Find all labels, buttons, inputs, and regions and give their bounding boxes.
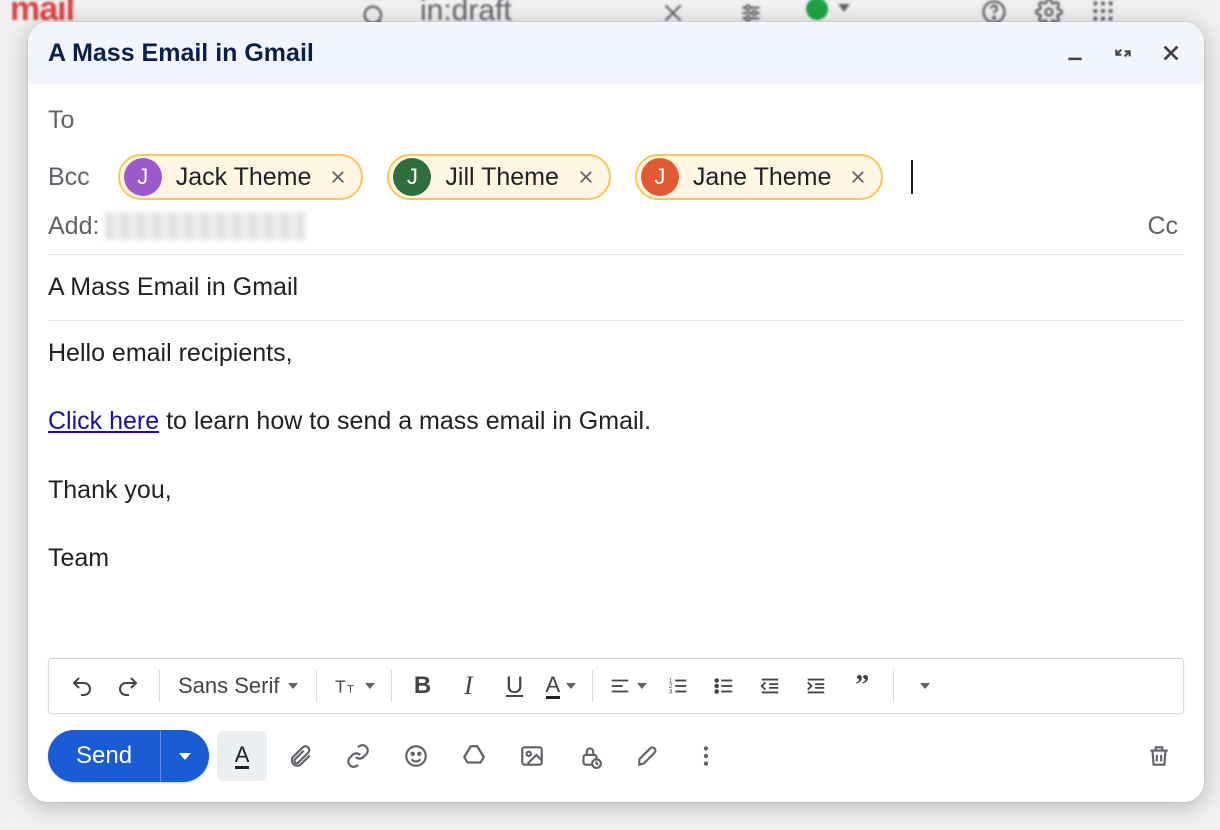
bulleted-list-button[interactable]	[703, 665, 745, 707]
apps-grid-icon	[1090, 0, 1116, 24]
chevron-down-icon	[365, 683, 375, 689]
to-row[interactable]: To	[48, 84, 1184, 144]
font-family-dropdown[interactable]: Sans Serif	[170, 673, 306, 699]
send-button[interactable]: Send	[48, 730, 160, 782]
indent-more-button[interactable]	[795, 665, 837, 707]
exit-fullscreen-button[interactable]	[1110, 40, 1136, 66]
svg-text:T: T	[335, 677, 346, 697]
recipient-chip[interactable]: J Jill Theme	[387, 154, 610, 200]
add-label: Add:	[48, 212, 99, 241]
to-label: To	[48, 106, 74, 135]
body-link-after: to learn how to send a mass email in Gma…	[159, 407, 651, 435]
send-button-group: Send	[48, 730, 209, 782]
formatting-toolbar: Sans Serif TT B I U A 123	[48, 658, 1184, 714]
svg-text:T: T	[347, 684, 354, 696]
chip-name: Jack Theme	[176, 163, 312, 192]
confidential-mode-button[interactable]	[565, 731, 615, 781]
underline-button[interactable]: U	[494, 665, 536, 707]
send-options-button[interactable]	[160, 730, 209, 782]
add-row[interactable]: Add: Cc	[48, 210, 1184, 254]
chip-name: Jane Theme	[693, 163, 832, 192]
subject-field[interactable]: A Mass Email in Gmail	[48, 255, 1184, 320]
chevron-down-icon	[920, 683, 930, 689]
compose-bottom-bar: Send A	[48, 724, 1184, 802]
remove-chip-icon[interactable]	[845, 168, 871, 186]
recipient-chip[interactable]: J Jane Theme	[635, 154, 884, 200]
insert-photo-button[interactable]	[507, 731, 557, 781]
avatar: J	[393, 158, 431, 196]
redacted-email	[105, 212, 305, 240]
body-greeting: Hello email recipients,	[48, 335, 1184, 371]
attach-files-button[interactable]	[275, 731, 325, 781]
recipient-chip[interactable]: J Jack Theme	[118, 154, 364, 200]
font-family-label: Sans Serif	[178, 673, 280, 699]
chevron-down-icon	[179, 753, 191, 760]
formatting-options-button[interactable]: A	[217, 731, 267, 781]
body-link[interactable]: Click here	[48, 407, 159, 435]
chevron-down-icon	[288, 683, 298, 689]
indent-less-button[interactable]	[749, 665, 791, 707]
undo-button[interactable]	[61, 665, 103, 707]
more-options-button[interactable]	[681, 731, 731, 781]
avatar: J	[641, 158, 679, 196]
close-button[interactable]	[1158, 40, 1184, 66]
cc-button[interactable]: Cc	[1147, 212, 1184, 241]
status-indicator	[806, 0, 828, 20]
discard-draft-button[interactable]	[1134, 731, 1184, 781]
text-color-button[interactable]: A	[540, 665, 583, 707]
insert-emoji-button[interactable]	[391, 731, 441, 781]
remove-chip-icon[interactable]	[325, 168, 351, 186]
font-size-button[interactable]: TT	[327, 665, 381, 707]
minimize-button[interactable]	[1062, 40, 1088, 66]
remove-chip-icon[interactable]	[573, 168, 599, 186]
avatar: J	[124, 158, 162, 196]
redo-button[interactable]	[107, 665, 149, 707]
text-cursor	[911, 160, 913, 194]
insert-signature-button[interactable]	[623, 731, 673, 781]
bold-button[interactable]: B	[402, 665, 444, 707]
compose-window: A Mass Email in Gmail To Bcc J Jack Them…	[28, 22, 1204, 802]
insert-link-button[interactable]	[333, 731, 383, 781]
more-formatting-button[interactable]	[904, 665, 946, 707]
compose-title: A Mass Email in Gmail	[48, 39, 1062, 68]
compose-header: A Mass Email in Gmail	[28, 22, 1204, 84]
chip-name: Jill Theme	[445, 163, 558, 192]
bcc-label: Bcc	[48, 163, 90, 192]
message-body[interactable]: Hello email recipients, Click here to le…	[48, 321, 1184, 654]
insert-drive-button[interactable]	[449, 731, 499, 781]
status-dropdown-icon	[838, 4, 850, 12]
chevron-down-icon	[637, 683, 647, 689]
numbered-list-button[interactable]: 123	[657, 665, 699, 707]
italic-button[interactable]: I	[448, 665, 490, 707]
svg-text:3: 3	[669, 688, 673, 695]
quote-button[interactable]: ”	[841, 665, 883, 707]
body-signoff: Team	[48, 540, 1184, 576]
bcc-row[interactable]: Bcc J Jack Theme J Jill Theme J Jane The…	[48, 144, 1184, 210]
align-button[interactable]	[603, 665, 653, 707]
body-thanks: Thank you,	[48, 472, 1184, 508]
window-controls	[1062, 40, 1184, 66]
chevron-down-icon	[566, 683, 576, 689]
body-line-link: Click here to learn how to send a mass e…	[48, 403, 1184, 439]
